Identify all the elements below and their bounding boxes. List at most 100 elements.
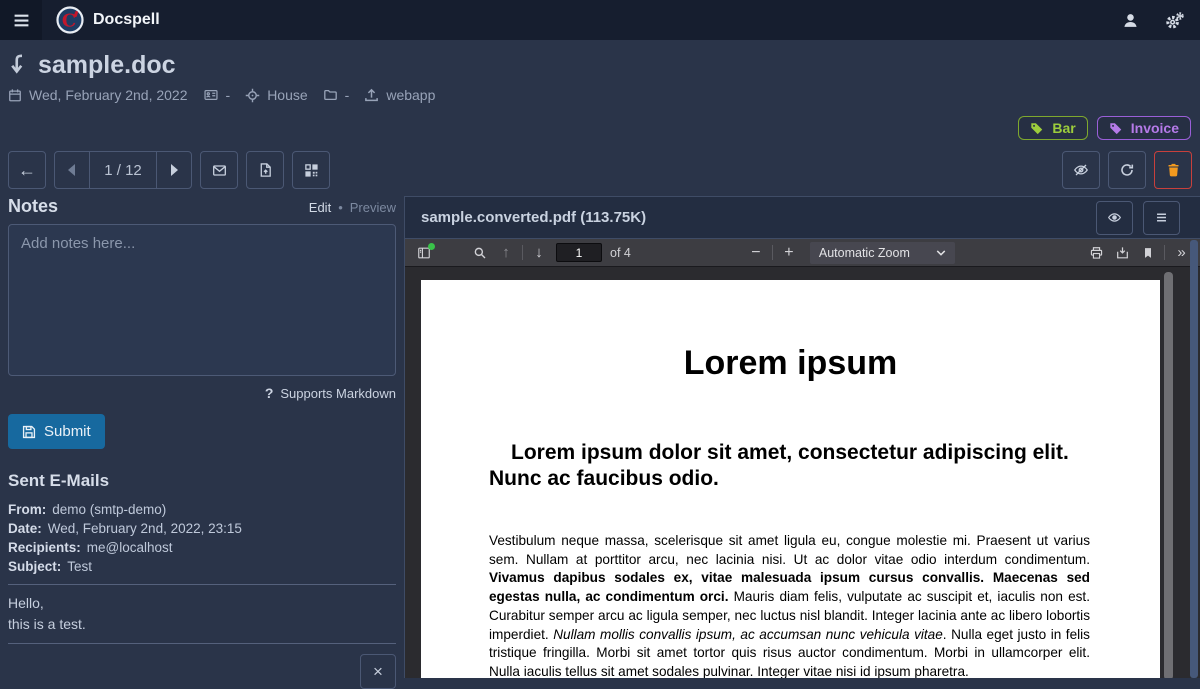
eye-icon [1107,213,1122,222]
notes-edit-link[interactable]: Edit [309,200,331,215]
attachment-page-indicator: 1 / 12 [89,152,157,188]
hide-item-button[interactable] [1062,151,1100,189]
envelope-icon [212,164,226,176]
minus-icon: − [751,243,761,261]
item-correspondent: - [203,87,230,103]
tag-invoice[interactable]: Invoice [1096,116,1191,140]
settings-gears-icon[interactable] [1165,11,1184,30]
pdf-toolbar: ↑ ↓ of 4 − + Automatic Zoom [405,239,1200,267]
menu-hamburger-icon[interactable] [0,0,42,40]
markdown-hint-link[interactable]: ? Supports Markdown [8,385,396,401]
pdf-document-heading: Lorem ipsum dolor sit amet, consectetur … [489,441,1069,490]
delete-item-button[interactable] [1154,151,1192,189]
printer-icon [1090,246,1102,259]
double-chevron-icon: » [1177,244,1185,261]
send-mail-button[interactable] [200,151,238,189]
qr-code-button[interactable] [292,151,330,189]
app-name: Docspell [93,11,160,28]
qr-code-icon [304,163,318,177]
mail-subject: Subject: Test [8,559,93,574]
bookmark-icon [1145,247,1151,258]
close-mail-button[interactable]: × [360,654,396,689]
pdf-scrollbar-thumb[interactable] [1164,272,1173,678]
pdf-page-count: of 4 [610,245,631,260]
attachment-menu-button[interactable] [1143,200,1180,235]
mail-date: Date: Wed, February 2nd, 2022, 23:15 [8,521,242,536]
address-card-icon [203,90,218,100]
reprocess-button[interactable] [1108,151,1146,189]
chevron-left-icon [68,164,75,176]
sent-emails-heading: Sent E-Mails [8,471,110,490]
pdf-next-page-button[interactable]: ↓ [526,241,552,265]
back-button[interactable]: ← [8,151,46,189]
item-folder: - [323,87,349,103]
upload-icon [365,88,379,101]
app-brand[interactable]: C Docspell [56,6,160,34]
svg-text:C: C [62,11,76,32]
plus-icon: + [784,243,794,261]
notes-preview-link[interactable]: Preview [350,200,396,215]
up-arrow-icon: ↑ [502,244,510,261]
chevron-right-icon [171,164,178,176]
eye-slash-icon [1074,164,1088,176]
question-icon: ? [264,385,274,401]
pdf-sidebar-toggle-button[interactable] [411,241,437,265]
item-date: Wed, February 2nd, 2022 [8,87,188,103]
trash-icon [1168,163,1178,177]
item-meta-row: Wed, February 2nd, 2022 - House - webapp [8,87,1192,103]
item-toolbar: ← 1 / 12 [0,140,1200,189]
notes-heading: Notes [8,196,59,216]
dot-separator: • [338,200,343,215]
divider [8,584,396,585]
pdf-document-paragraph: Vestibulum neque massa, scelerisque sit … [489,533,1090,678]
save-icon [22,425,36,438]
tag-icon [1110,123,1121,135]
pdf-page: Lorem ipsum Lorem ipsum dolor sit amet, … [421,280,1160,678]
add-file-button[interactable] [246,151,284,189]
item-arrow-down-icon [8,53,28,77]
pdf-bookmark-button[interactable] [1135,241,1161,265]
download-icon [1116,246,1128,258]
close-icon: × [373,662,383,681]
docspell-logo-icon: C [56,6,84,34]
file-upload-icon [260,163,271,177]
next-attachment-button[interactable] [157,152,191,188]
left-panel: Notes Edit • Preview ? Supports Markdown… [0,196,404,689]
list-bars-icon [1157,213,1166,222]
tags-row: Bar Invoice [0,103,1200,140]
user-account-icon[interactable] [1122,12,1139,29]
attachment-panel: sample.converted.pdf (113.75K) ↑ ↓ of 4 [404,196,1200,678]
sent-email-fields: From: demo (smtp-demo) Date: Wed, February… [8,500,396,576]
panel-scrollbar[interactable] [1190,240,1198,678]
item-title: sample.doc [38,51,176,79]
pdf-zoom-select[interactable]: Automatic Zoom [809,241,955,264]
tag-icon [1031,123,1043,135]
divider [8,643,396,644]
tag-bar[interactable]: Bar [1018,116,1088,140]
pdf-print-button[interactable] [1083,241,1109,265]
crosshairs-icon [245,88,260,102]
pdf-download-button[interactable] [1109,241,1135,265]
notes-submit-button[interactable]: Submit [8,414,105,449]
notes-header: Notes Edit • Preview [8,196,396,217]
folder-icon [323,89,337,101]
mail-from: From: demo (smtp-demo) [8,502,167,517]
mail-body: Hello, this is a test. [8,595,86,632]
top-navbar: C Docspell [0,0,1200,40]
pdf-page-input[interactable] [556,243,602,262]
item-concerning: House [245,87,308,103]
pdf-viewer[interactable]: Lorem ipsum Lorem ipsum dolor sit amet, … [405,267,1200,678]
chevron-down-icon [936,249,946,256]
attachment-view-button[interactable] [1096,200,1133,235]
back-arrow-icon: ← [18,159,36,180]
main-area: Notes Edit • Preview ? Supports Markdown… [0,196,1200,689]
item-source: webapp [364,87,435,103]
notes-input[interactable] [8,224,396,376]
pdf-search-button[interactable] [467,241,493,265]
attachment-header: sample.converted.pdf (113.75K) [405,196,1200,239]
pdf-prev-page-button[interactable]: ↑ [493,241,519,265]
pdf-zoom-out-button[interactable]: − [743,241,769,265]
prev-attachment-button[interactable] [55,152,89,188]
pdf-zoom-in-button[interactable]: + [776,241,802,265]
item-title-row: sample.doc [8,50,1192,80]
